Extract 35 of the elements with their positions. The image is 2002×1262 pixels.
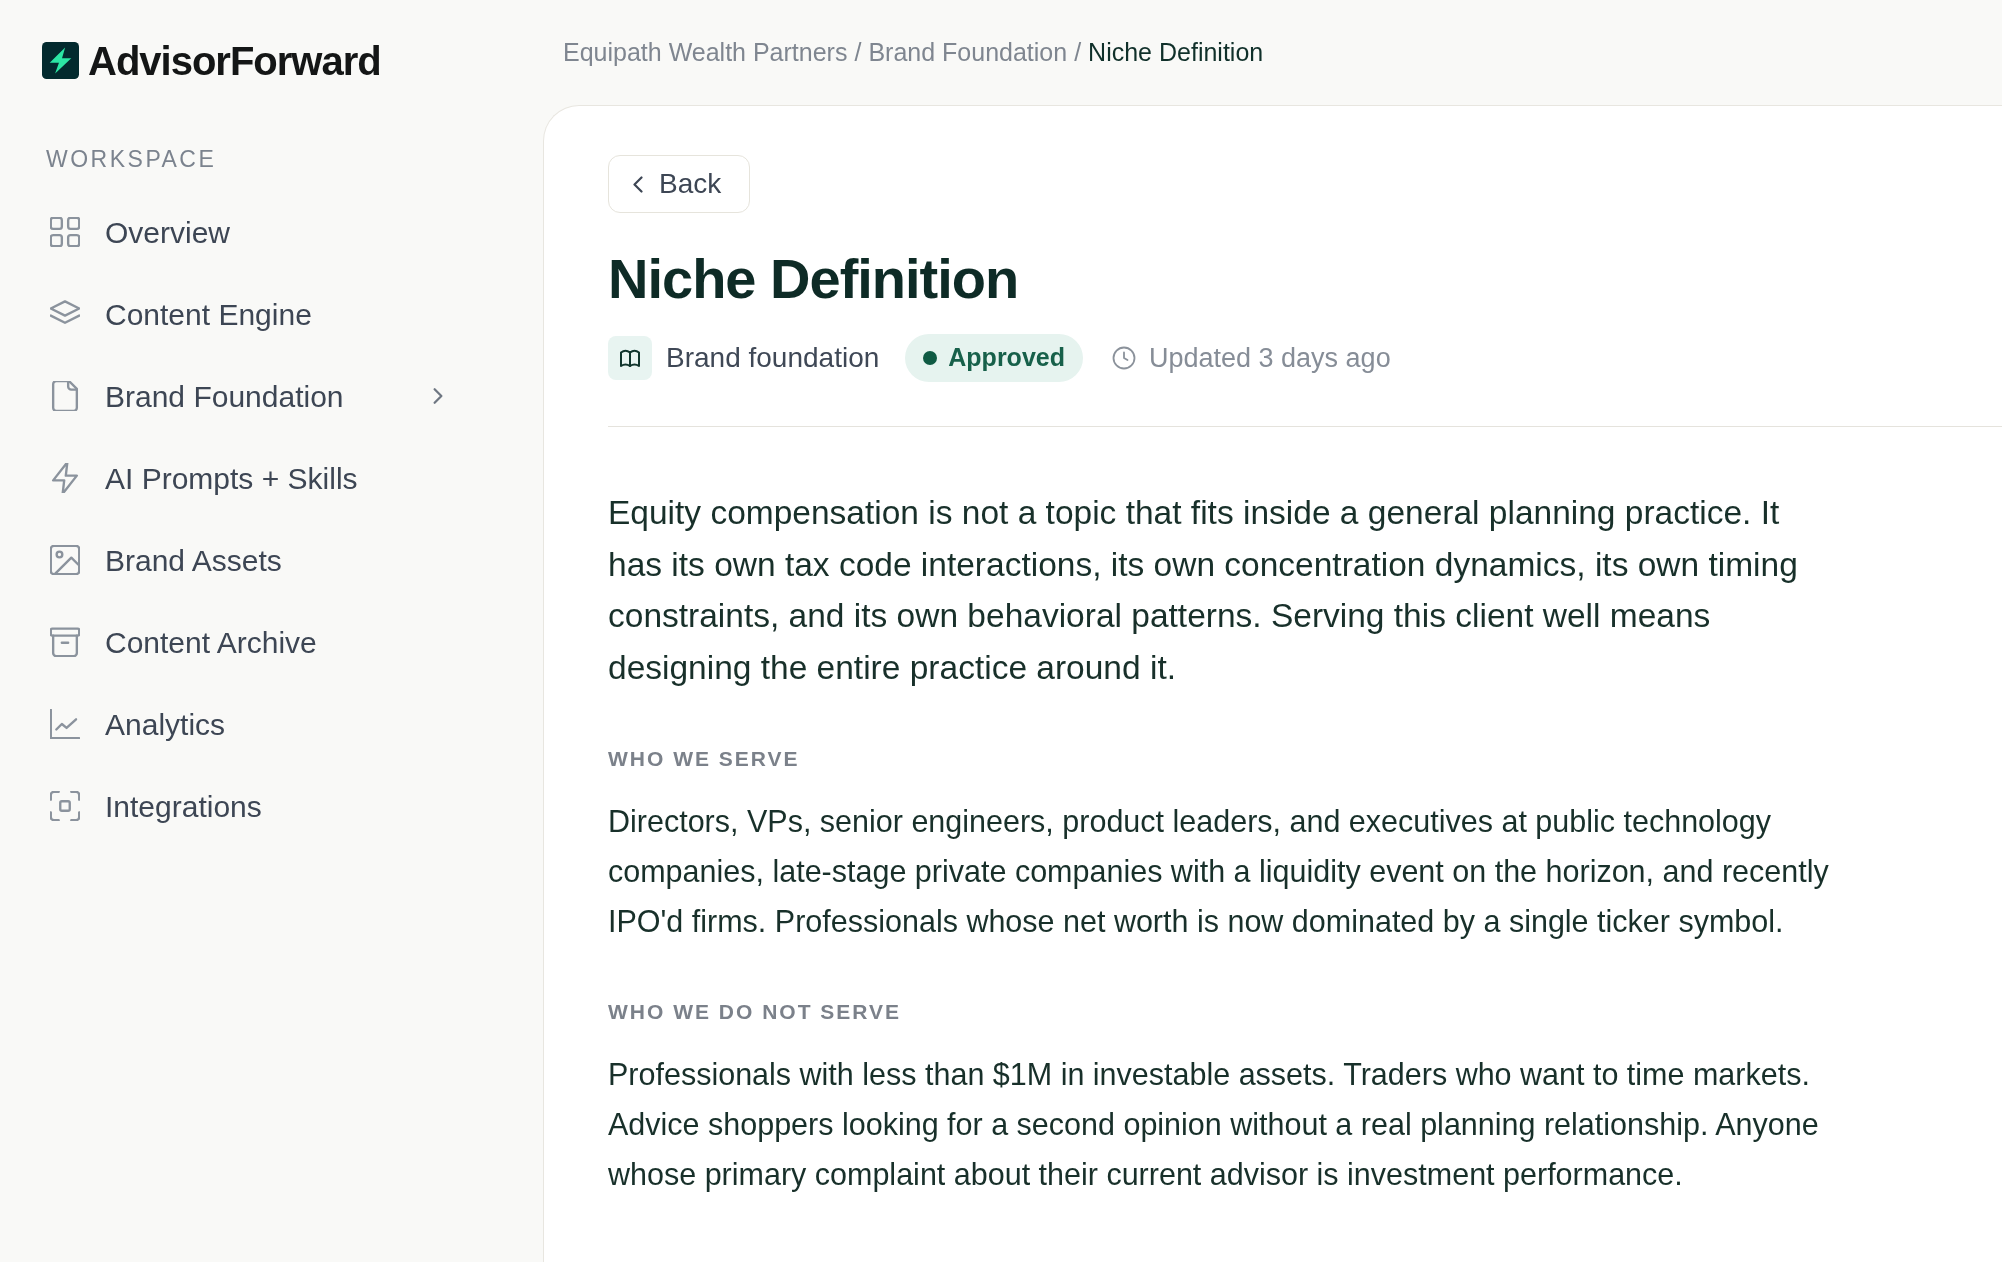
breadcrumb-current: Niche Definition <box>1088 36 1264 68</box>
sidebar-item[interactable]: Content Engine <box>42 282 458 346</box>
section-heading: WHO WE DO NOT SERVE <box>608 999 902 1025</box>
clock-icon <box>1111 346 1136 370</box>
page-title: Niche Definition <box>608 246 1019 312</box>
section-text: Professionals with less than $1M in investable assets. Traders who want to time markets. Advice shoppers looking for a second opinion without a real planning relationship. Anyone whose primary complaint about their current advisor is investment performance. <box>608 1056 1820 1194</box>
breadcrumb-separator: / <box>1074 36 1082 68</box>
sidebar-item[interactable]: Content Archive <box>42 610 458 674</box>
open-book-icon <box>608 336 652 380</box>
section-heading: WHO WE SERVE <box>608 746 800 772</box>
sidebar-item[interactable]: Analytics <box>42 692 458 756</box>
lightning-icon <box>50 463 80 493</box>
intro-paragraph: Equity compensation is not a topic that fits inside a general planning practice. It has its own tax code interactions, its own concentration dynamics, its own timing constraints, and its own behavioral patterns. Serving this client well means designing the entire practice around it. <box>608 493 1799 688</box>
line-chart-icon <box>50 709 80 739</box>
sidebar-item[interactable]: AI Prompts + Skills <box>42 446 458 510</box>
sidebar-item[interactable]: Integrations <box>42 774 458 838</box>
section-text: Directors, VPs, senior engineers, product leaders, and executives at public technology companies, late-stage private companies with a liquidity event on the horizon, and recently IPO'd firms. Professionals whose net worth is now dominated by a single ticker symbol. <box>608 803 1830 941</box>
focus-frame-icon <box>50 791 80 821</box>
brand-name: AdvisorForward <box>88 38 381 83</box>
grid-icon <box>50 217 80 247</box>
updated-text: Updated 3 days ago <box>1148 341 1391 375</box>
sidebar-section-label: WORKSPACE <box>46 145 217 174</box>
sidebar-item[interactable]: Brand Assets <box>42 528 458 592</box>
archive-box-icon <box>50 627 80 657</box>
breadcrumb-separator: / <box>854 36 862 68</box>
sidebar-item[interactable]: Brand Foundation <box>42 364 458 428</box>
bolt-logo-icon <box>42 42 79 79</box>
chevron-left-icon <box>633 175 643 193</box>
status-label: Approved <box>948 342 1065 374</box>
category-label: Brand foundation <box>666 341 880 375</box>
back-button[interactable]: Back <box>608 155 751 213</box>
sidebar-item[interactable]: Overview <box>42 200 458 264</box>
status-dot-icon <box>923 351 938 365</box>
image-icon <box>50 545 80 575</box>
document-icon <box>50 381 80 411</box>
